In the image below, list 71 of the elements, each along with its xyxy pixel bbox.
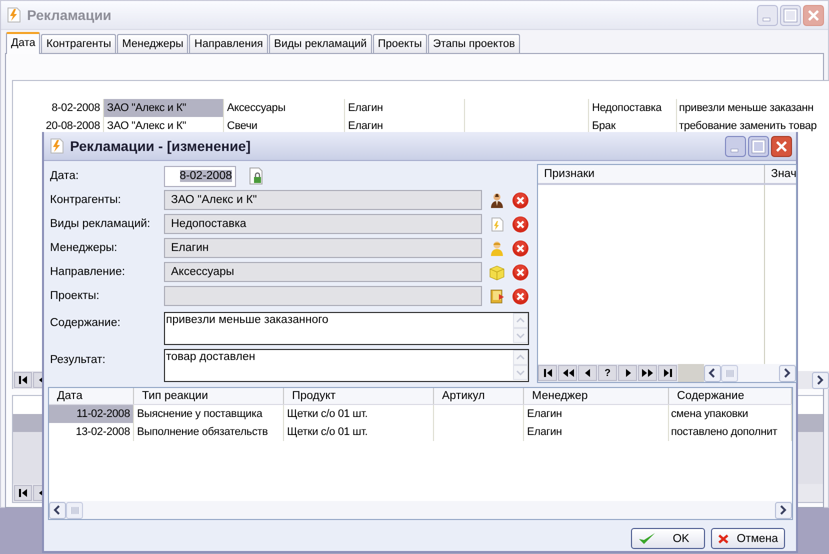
scroll-right-button[interactable] [812,372,829,388]
tab[interactable]: Направления [189,34,268,53]
field-label: Виды рекламаций: [49,218,152,230]
tab[interactable]: Менеджеры [117,34,188,53]
calendar-icon[interactable] [248,167,264,185]
window-title: Рекламации [27,7,112,23]
table-cell: 11-02-2008 [49,405,134,423]
table-cell: Выяснение у поставщика [134,405,284,423]
checkmark-icon [638,530,656,546]
column-header[interactable]: Тип реакции [134,388,284,404]
tab[interactable]: Виды рекламаций [268,34,372,53]
table-cell: ЗАО "Алекс и К" [104,99,224,117]
lookup-field[interactable]: ЗАО "Алекс и К" [164,190,482,210]
scroll-thumb[interactable] [66,502,83,518]
scroll-right-button[interactable] [775,502,792,518]
maximize-button[interactable] [748,136,769,156]
table-cell: Елагин [524,405,669,423]
column-header[interactable]: Знач [765,165,796,183]
close-button[interactable] [771,136,792,156]
field-label: Менеджеры: [49,242,118,254]
field-label: Результат: [49,353,106,366]
table-cell: Щетки с/о 01 шт. [284,405,434,423]
lookup-field[interactable]: Аксессуары [164,262,482,282]
minimize-button[interactable] [725,136,746,156]
column-header[interactable]: Продукт [284,388,434,404]
table-cell: 13-02-2008 [49,423,134,441]
field-label: Контрагенты: [49,194,122,206]
field-label: Проекты: [49,290,100,302]
column-header[interactable]: Дата [49,388,134,404]
scroll-thumb[interactable] [721,364,738,382]
app-icon [49,138,65,154]
table-cell: смена упаковки [669,405,792,423]
table-cell: Елагин [524,423,669,441]
column-header[interactable]: Менеджер [524,388,669,404]
column-header[interactable]: Признаки [538,165,765,183]
tab[interactable]: Этапы проектов [428,34,520,53]
table-cell-text: требование заменить товар [678,119,818,134]
lookup-field[interactable]: Елагин [164,238,482,258]
date-field[interactable]: 8-02-2008 [164,166,236,186]
tab[interactable]: Проекты [372,34,427,53]
person-icon[interactable] [489,192,506,208]
column-header[interactable]: Артикул [434,388,524,404]
table-cell: поставлено дополнит [669,423,792,441]
table-cell: Выполнение обязательств [134,423,284,441]
table-cell: Недопоставка [589,99,677,117]
clear-icon[interactable] [512,216,529,232]
cancel-button[interactable]: Отмена [711,528,785,549]
lookup-field[interactable] [164,286,482,306]
table-cell-text: привезли меньше заказанн [678,101,815,116]
table-cell: Елагин [345,99,465,117]
window-title: Рекламации - [изменение] [70,138,252,154]
ok-button[interactable]: OK [631,528,705,549]
clear-icon[interactable] [512,240,529,256]
app-icon [6,7,22,23]
book-icon[interactable] [489,288,506,304]
clear-icon[interactable] [512,192,529,208]
scroll-left-button[interactable] [49,502,66,518]
field-label: Содержание: [49,316,122,329]
help-button[interactable]: ? [598,365,617,381]
scroll-left-button[interactable] [704,364,721,382]
clear-icon[interactable] [512,288,529,304]
column-header[interactable]: Содержание [669,388,792,404]
field-label: Дата: [49,170,80,182]
tab[interactable]: Контрагенты [41,34,116,53]
lookup-field[interactable]: Недопоставка [164,214,482,234]
tab[interactable]: Дата [6,32,40,54]
table-cell: Аксессуары [224,99,345,117]
table-cell: Щетки с/о 01 шт. [284,423,434,441]
field-label: Направление: [49,266,126,278]
scroll-right-button[interactable] [779,364,796,382]
clear-icon[interactable] [512,264,529,280]
